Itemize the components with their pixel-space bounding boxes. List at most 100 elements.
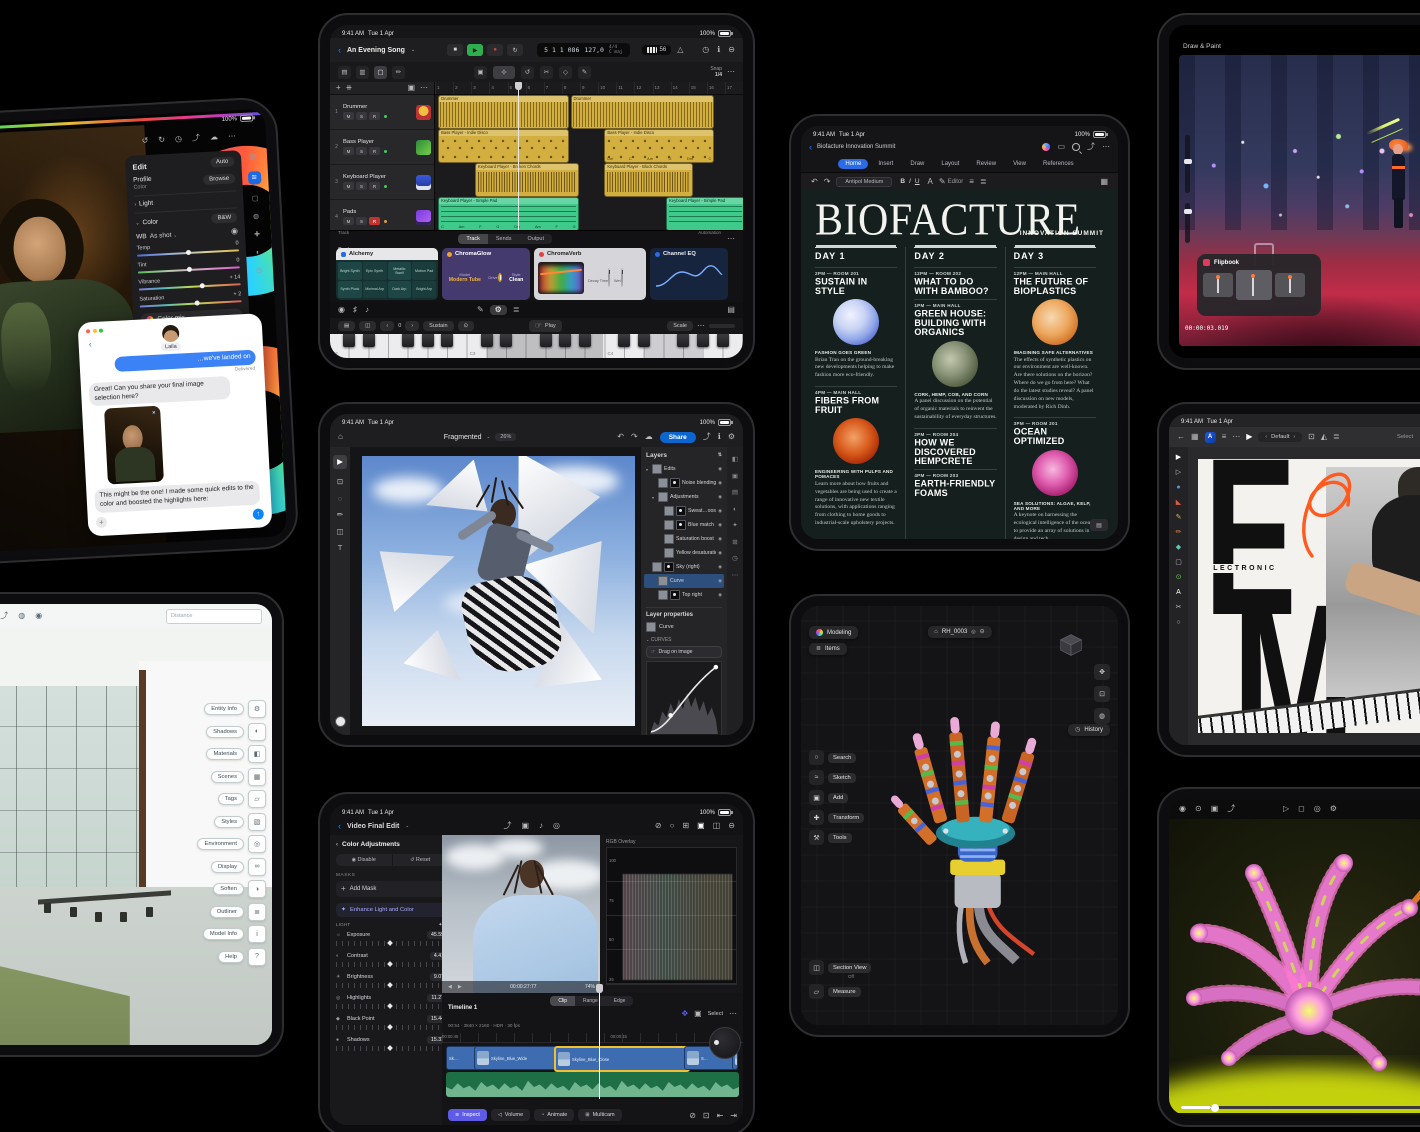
visibility-toggle[interactable]: ◉: [718, 550, 722, 556]
add-track-icon[interactable]: +: [336, 84, 341, 92]
record-button[interactable]: ●: [487, 44, 503, 56]
octave-down-button[interactable]: ‹: [380, 321, 394, 331]
export-icon[interactable]: ⤴: [703, 433, 711, 441]
render-icon[interactable]: ◍: [18, 612, 25, 620]
history-button[interactable]: ◷History: [1068, 724, 1110, 736]
timer-icon[interactable]: ◷: [702, 46, 709, 54]
pencil-icon[interactable]: ✎: [477, 306, 484, 314]
align-icon[interactable]: ≣: [1333, 433, 1340, 441]
timeline-scrubber[interactable]: [1181, 1106, 1420, 1109]
panel-button-icon[interactable]: ▧: [248, 813, 266, 831]
record-icon[interactable]: ◎: [553, 822, 560, 830]
adjustment-slider[interactable]: ◆Black Point15.44: [336, 1015, 448, 1030]
close-icon[interactable]: ✕: [150, 409, 157, 416]
layout-icon[interactable]: ▦: [1100, 178, 1108, 186]
ribbon-tab[interactable]: Review: [969, 159, 1003, 169]
settings-icon[interactable]: ⚙: [1330, 805, 1337, 813]
collapse-icon[interactable]: ⊖: [728, 822, 735, 830]
reset-button[interactable]: ↺ Reset: [392, 854, 449, 866]
grid-icon[interactable]: ▦: [1191, 433, 1199, 441]
foreground-color[interactable]: [335, 716, 346, 727]
contact-name[interactable]: Laila: [161, 343, 181, 352]
shape-tool-icon[interactable]: ◆: [1176, 544, 1181, 551]
keyboard-mode-button[interactable]: ▤: [338, 321, 355, 331]
pan-icon[interactable]: ✥: [1094, 664, 1110, 680]
copy-icon[interactable]: ▣: [474, 66, 487, 79]
tool-icon[interactable]: ○: [809, 750, 824, 765]
adjustment-slider[interactable]: Vibrance+ 14: [138, 274, 240, 290]
adjustment-slider[interactable]: ◐Contrast4.41: [336, 952, 448, 967]
light-section-toggle[interactable]: ›Light: [134, 195, 236, 207]
view-regions-icon[interactable]: ▢: [374, 66, 387, 79]
panel-button[interactable]: Model Info i: [197, 925, 266, 943]
share-icon[interactable]: ⤴: [192, 134, 200, 142]
copilot-icon[interactable]: [1042, 143, 1050, 151]
more-icon[interactable]: ⋯: [1102, 143, 1110, 151]
flip-icon[interactable]: ◭: [1321, 433, 1327, 441]
panel-button[interactable]: Outliner ≣: [197, 903, 266, 921]
type-tool-icon[interactable]: T: [338, 544, 343, 552]
document-name-pill[interactable]: ⌂RH_0003◎⊖: [927, 626, 991, 638]
export-icon[interactable]: ⤴: [0, 612, 8, 620]
grid-panel-icon[interactable]: ⊞: [732, 540, 737, 547]
back-icon[interactable]: ‹: [336, 841, 338, 848]
home-icon[interactable]: ⌂: [338, 433, 343, 441]
bar-ruler[interactable]: 1234567891011121314151617: [435, 82, 743, 95]
flipbook-frame[interactable]: [1203, 273, 1233, 297]
layer-row[interactable]: Blue match ◉: [644, 518, 724, 532]
viewer-preview[interactable]: ◀ ▶ 00:00:27:77 74% ⋯: [442, 835, 612, 993]
cursor-tool-icon[interactable]: ▶: [1246, 433, 1252, 441]
mute-button[interactable]: M: [343, 112, 354, 120]
auto-button[interactable]: Auto: [210, 156, 235, 167]
back-icon[interactable]: ←: [1177, 433, 1185, 441]
camera-icon[interactable]: ▣: [407, 84, 415, 92]
preset-cell[interactable]: Bright Arp: [412, 281, 436, 299]
redo-icon[interactable]: ↷: [631, 433, 638, 441]
move-tool-icon[interactable]: ▶: [333, 455, 347, 469]
move-tool-icon[interactable]: ▶: [1176, 454, 1181, 461]
avatar[interactable]: [161, 325, 179, 343]
enhance-button[interactable]: ✦Enhance Light and Color: [336, 903, 448, 917]
add-mask-button[interactable]: +Add Mask: [336, 881, 448, 897]
plugin-chromaverb[interactable]: ChromaVerb Decay Time Wet: [534, 248, 646, 300]
split-keyboard-button[interactable]: ◫: [359, 321, 376, 331]
layer-row[interactable]: Yellow desaturation ◉: [644, 546, 724, 560]
clone-icon[interactable]: ◐: [256, 249, 261, 256]
brush-tool-icon[interactable]: ✏: [337, 511, 343, 519]
visibility-toggle[interactable]: ◉: [718, 578, 722, 584]
viewer-icon[interactable]: ▣: [697, 822, 705, 830]
text-tool-icon[interactable]: A: [1176, 589, 1181, 596]
visibility-toggle[interactable]: ◉: [718, 592, 722, 598]
region-bass[interactable]: Bass Player - Indie Disco DmCAmGDmC: [604, 129, 714, 163]
redo-icon[interactable]: ↻: [158, 136, 165, 144]
song-title[interactable]: An Evening Song: [347, 47, 405, 54]
stop-button[interactable]: ■: [447, 44, 463, 56]
ribbon-tab[interactable]: Layout: [934, 159, 966, 169]
browse-button[interactable]: Browse: [203, 173, 235, 185]
bw-button[interactable]: B&W: [211, 212, 237, 223]
tool-icon[interactable]: ≈: [809, 770, 824, 785]
record-enable-button[interactable]: R: [369, 217, 380, 225]
panel-button-icon[interactable]: ?: [248, 948, 266, 966]
robotic-hand-model[interactable]: [849, 670, 1069, 970]
view-tracks-icon[interactable]: ▤: [338, 66, 351, 79]
sustain-button[interactable]: Sustain: [423, 321, 453, 331]
pencil-tool-icon[interactable]: ✎: [1176, 514, 1182, 521]
tool-icon[interactable]: ▣: [809, 790, 824, 805]
help-icon[interactable]: ℹ: [718, 433, 721, 441]
region-keys[interactable]: Keyboard Player - Block Chords: [604, 163, 692, 197]
panel-button[interactable]: Shadows ◐: [197, 723, 266, 741]
drive-knob[interactable]: [498, 273, 502, 282]
layer-row[interactable]: Saturation boost ◉: [644, 532, 724, 546]
masking-panel-icon[interactable]: ◐: [733, 507, 737, 514]
pencil-icon[interactable]: ✏: [392, 66, 405, 79]
visibility-toggle[interactable]: ◉: [718, 494, 722, 500]
effects-panel-icon[interactable]: ✦: [732, 523, 737, 530]
trim-right-icon[interactable]: ⇥: [730, 1112, 737, 1120]
adjustment-slider[interactable]: ☼Exposure45.59: [336, 931, 448, 946]
info-icon[interactable]: ℹ: [717, 46, 720, 54]
zoom-fit-icon[interactable]: ⊡: [1094, 686, 1110, 702]
panel-button-icon[interactable]: ▱: [248, 790, 266, 808]
tool-icon[interactable]: ⚒: [809, 830, 824, 845]
timeline-ruler[interactable]: 00:00:1500:00:3000:00:45: [442, 1033, 743, 1043]
